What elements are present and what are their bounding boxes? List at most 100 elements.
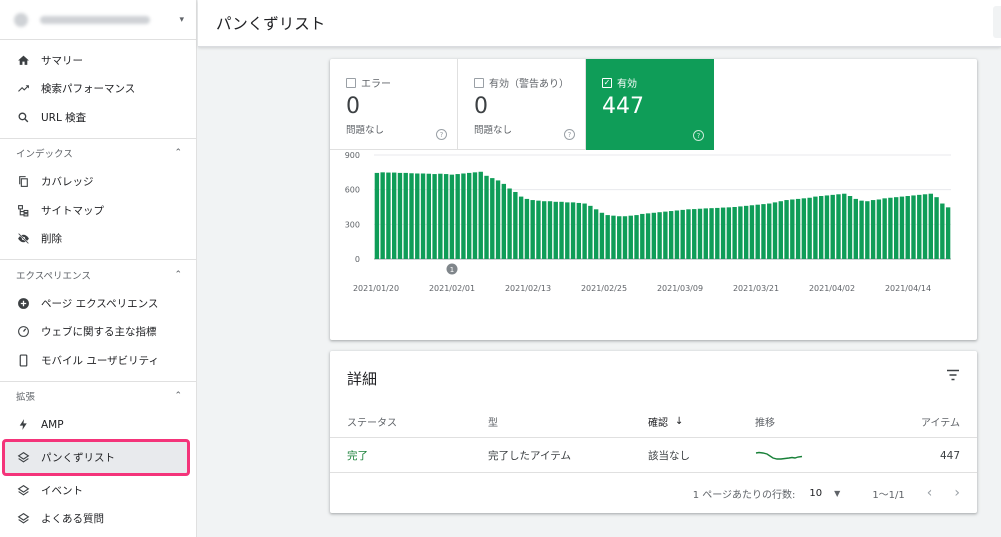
tile-valid[interactable]: ✓ 有効 447 ?	[586, 59, 714, 150]
chart-bar	[738, 206, 743, 259]
chart-bar	[905, 196, 910, 259]
chart-bar	[720, 207, 726, 259]
chart-bar	[911, 195, 916, 259]
sidebar-item-label: サマリー	[41, 54, 83, 67]
sidebar-top-items: サマリー 検索パフォーマンス URL 検査	[0, 46, 196, 132]
x-tick-label: 2021/03/21	[733, 284, 779, 293]
sidebar-item-label: イベント	[41, 484, 83, 497]
chart-bar	[870, 200, 876, 259]
section-experience-header[interactable]: エクスペリエンス ⌃	[0, 259, 196, 289]
sidebar-item-events[interactable]: イベント	[0, 476, 196, 505]
sidebar-item-label: カバレッジ	[41, 176, 94, 189]
chart-bar	[576, 202, 582, 259]
help-icon[interactable]: ?	[693, 130, 704, 141]
chevron-up-icon[interactable]: ⌃	[174, 391, 182, 401]
tile-value: 0	[346, 94, 360, 119]
col-type[interactable]: 型	[488, 406, 498, 437]
chevron-up-icon[interactable]: ⌃	[174, 270, 182, 280]
sitemap-icon	[16, 203, 30, 217]
sidebar-item-faq[interactable]: よくある質問	[0, 505, 196, 534]
chart-bar	[472, 172, 478, 259]
sidebar-item-label: モバイル ユーザビリティ	[41, 354, 159, 367]
chart-bar	[438, 173, 443, 259]
bolt-icon	[16, 418, 30, 432]
sort-arrow-down-icon[interactable]: ↓	[675, 416, 683, 427]
chart-bar	[634, 215, 639, 259]
sidebar-item-core-web-vitals[interactable]: ウェブに関する主な指標	[0, 318, 196, 347]
header-edge-control[interactable]	[993, 6, 1001, 38]
sidebar-item-label: AMP	[41, 418, 64, 431]
details-title: 詳細	[347, 370, 378, 388]
chart-bar	[917, 194, 922, 259]
section-enhancements-header[interactable]: 拡張 ⌃	[0, 380, 196, 411]
rows-per-page-select[interactable]: 10 ▼	[809, 488, 840, 499]
col-items[interactable]: アイテム	[921, 406, 960, 437]
help-icon[interactable]: ?	[564, 129, 575, 140]
y-tick-label: 0	[355, 255, 360, 264]
chart-bar	[790, 199, 795, 259]
rows-per-page-value: 10	[809, 487, 823, 499]
chart-bar	[703, 208, 708, 259]
chart-bar	[692, 209, 697, 259]
chart-bar	[547, 201, 553, 259]
section-index-header[interactable]: インデックス ⌃	[0, 137, 196, 168]
chart-bar	[565, 202, 570, 259]
chart-bar	[876, 199, 882, 259]
home-icon	[16, 53, 30, 67]
sidebar-item-mobile-usability[interactable]: モバイル ユーザビリティ	[0, 346, 196, 375]
page-header: パンくずリスト	[198, 0, 1001, 47]
sidebar-item-amp[interactable]: AMP	[0, 411, 196, 440]
chart-bar	[697, 208, 703, 259]
sidebar-item-label: 検索パフォーマンス	[41, 83, 136, 96]
chart-bar	[588, 205, 593, 259]
sidebar-item-coverage[interactable]: カバレッジ	[0, 168, 196, 197]
chart-bar	[715, 207, 720, 259]
layers-icon	[16, 512, 30, 526]
sidebar-item-breadcrumbs[interactable]: パンくずリスト	[2, 439, 190, 476]
filter-icon[interactable]	[946, 369, 960, 381]
checkbox-checked-icon[interactable]: ✓	[602, 77, 612, 88]
tile-label: エラー	[361, 79, 391, 90]
checkbox-unchecked-icon[interactable]	[346, 77, 356, 88]
tile-valid-with-warnings[interactable]: 有効（警告あり） 0 問題なし ?	[458, 59, 586, 150]
sidebar-item-page-experience[interactable]: ページ エクスペリエンス	[0, 289, 196, 318]
sidebar-item-url-inspection[interactable]: URL 検査	[0, 103, 196, 132]
chart-bar	[813, 196, 818, 259]
property-selector[interactable]: ▾	[0, 0, 196, 40]
row-trend-sparkline	[755, 439, 803, 472]
table-row[interactable]: 完了 完了したアイテム 該当なし 447	[330, 439, 977, 473]
chart-bar	[507, 188, 512, 259]
chart-bar	[420, 173, 426, 259]
section-title: 拡張	[16, 392, 36, 403]
sidebar-item-summary[interactable]: サマリー	[0, 46, 196, 75]
checkbox-unchecked-icon[interactable]	[474, 77, 484, 88]
chart-bar	[530, 200, 535, 259]
col-trend[interactable]: 推移	[755, 406, 775, 437]
sidebar-item-removals[interactable]: 削除	[0, 225, 196, 254]
help-icon[interactable]: ?	[436, 129, 447, 140]
chart-bar	[865, 201, 870, 259]
rows-per-page-label: 1 ページあたりの行数:	[692, 489, 796, 501]
row-validation: 該当なし	[648, 450, 690, 462]
chart-bar	[801, 198, 807, 259]
chart-bar	[449, 174, 455, 259]
chevron-up-icon[interactable]: ⌃	[174, 148, 182, 158]
next-page-icon[interactable]: ›	[954, 485, 960, 501]
chart-bar	[784, 200, 789, 259]
chart-bar	[761, 204, 766, 259]
sidebar-item-sitemaps[interactable]: サイトマップ	[0, 196, 196, 225]
col-status[interactable]: ステータス	[347, 406, 397, 437]
y-tick-label: 600	[345, 186, 360, 195]
prev-page-icon[interactable]: ‹	[927, 485, 933, 501]
caret-down-icon[interactable]: ▾	[179, 15, 184, 25]
tile-error[interactable]: エラー 0 問題なし ?	[330, 59, 458, 150]
plus-circle-icon	[16, 296, 30, 310]
chart-bar	[651, 212, 657, 259]
tile-label: 有効（警告あり）	[489, 79, 569, 90]
sidebar-item-performance[interactable]: 検索パフォーマンス	[0, 75, 196, 104]
sidebar-item-label: 削除	[41, 233, 62, 246]
tile-label: 有効	[617, 79, 637, 90]
layers-icon	[16, 451, 30, 465]
col-validation-label: 確認	[648, 418, 668, 429]
col-validation[interactable]: 確認 ↓	[648, 406, 683, 437]
